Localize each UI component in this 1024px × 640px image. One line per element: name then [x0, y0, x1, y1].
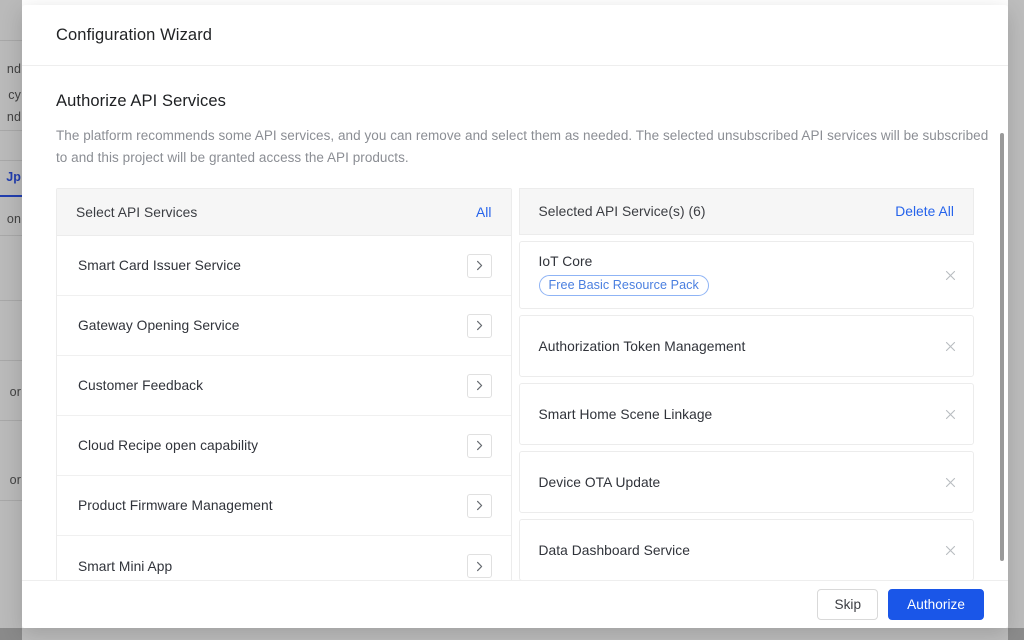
- selected-service-label: Device OTA Update: [538, 474, 661, 490]
- selected-service-card: IoT Core Free Basic Resource Pack: [518, 241, 974, 309]
- authorize-button[interactable]: Authorize: [888, 589, 984, 620]
- backdrop-overlay-right: [1008, 0, 1024, 640]
- skip-button[interactable]: Skip: [817, 589, 879, 620]
- screen: nd cy nd Jp on or or Configuration Wizard Auth…: [0, 0, 1024, 640]
- available-service-label: Cloud Recipe open capability: [78, 438, 259, 453]
- resource-pack-badge: Free Basic Resource Pack: [538, 275, 709, 296]
- dialog-body: Authorize API Services The platform reco…: [22, 66, 1008, 580]
- available-service-row[interactable]: Gateway Opening Service: [57, 296, 511, 356]
- close-icon[interactable]: [941, 541, 959, 559]
- close-icon[interactable]: [941, 337, 959, 355]
- configuration-wizard-dialog: Configuration Wizard Authorize API Servi…: [22, 5, 1008, 628]
- selected-service-content: Data Dashboard Service: [539, 543, 690, 558]
- available-service-row[interactable]: Smart Mini App: [57, 536, 511, 580]
- available-services-list[interactable]: Smart Card Issuer Service Gateway Opening…: [57, 236, 511, 580]
- chevron-right-icon[interactable]: [466, 493, 492, 518]
- selected-service-content: Device OTA Update: [539, 475, 661, 490]
- backdrop-overlay-bottom: [0, 628, 1024, 640]
- close-icon[interactable]: [941, 405, 959, 423]
- available-service-row[interactable]: Customer Feedback: [57, 356, 511, 416]
- available-service-label: Product Firmware Management: [78, 498, 273, 513]
- selected-service-card: Data Dashboard Service: [518, 519, 974, 580]
- selected-service-label: Data Dashboard Service: [538, 542, 690, 558]
- close-icon[interactable]: [941, 473, 959, 491]
- available-service-row[interactable]: Cloud Recipe open capability: [57, 416, 511, 476]
- transfer-panels: Select API Services All Smart Card Issue…: [56, 188, 974, 580]
- dialog-header: Configuration Wizard: [22, 5, 1008, 66]
- dialog-footer: Skip Authorize: [22, 580, 1008, 628]
- selected-service-content: IoT Core Free Basic Resource Pack: [538, 254, 709, 296]
- chevron-right-icon[interactable]: [466, 253, 492, 278]
- available-service-label: Gateway Opening Service: [78, 318, 240, 333]
- chevron-right-icon[interactable]: [466, 554, 492, 578]
- available-service-row[interactable]: Smart Card Issuer Service: [57, 236, 511, 296]
- selected-service-label: Authorization Token Management: [538, 338, 746, 354]
- selected-service-content: Smart Home Scene Linkage: [539, 407, 713, 422]
- selected-services-panel: Selected API Service(s) (6) Delete All I…: [518, 188, 974, 580]
- available-service-label: Customer Feedback: [78, 378, 204, 393]
- selected-service-card: Device OTA Update: [518, 451, 974, 513]
- available-service-label: Smart Card Issuer Service: [78, 258, 242, 273]
- selected-panel-title: Selected API Service(s) (6): [538, 204, 706, 219]
- section-description: The platform recommends some API service…: [56, 128, 989, 165]
- selected-panel-header: Selected API Service(s) (6) Delete All: [518, 188, 974, 235]
- available-services-panel: Select API Services All Smart Card Issue…: [56, 188, 512, 580]
- delete-all-link[interactable]: Delete All: [895, 204, 954, 219]
- selected-service-content: Authorization Token Management: [539, 339, 746, 354]
- chevron-right-icon[interactable]: [466, 373, 492, 398]
- selected-service-label: IoT Core: [538, 254, 593, 269]
- selected-service-label: Smart Home Scene Linkage: [538, 406, 713, 422]
- selected-service-card: Smart Home Scene Linkage: [518, 383, 974, 445]
- select-all-link[interactable]: All: [476, 205, 491, 220]
- dialog-body-scrollbar[interactable]: [1000, 133, 1004, 561]
- chevron-right-icon[interactable]: [466, 313, 492, 338]
- dialog-title: Configuration Wizard: [56, 25, 213, 44]
- selected-services-list[interactable]: IoT Core Free Basic Resource Pack Authoriz…: [518, 235, 974, 580]
- available-service-row[interactable]: Product Firmware Management: [57, 476, 511, 536]
- chevron-right-icon[interactable]: [466, 433, 492, 458]
- available-panel-header: Select API Services All: [57, 189, 511, 236]
- section-heading: Authorize API Services: [56, 92, 227, 110]
- selected-service-card: Authorization Token Management: [518, 315, 974, 377]
- close-icon[interactable]: [941, 266, 959, 284]
- available-panel-title: Select API Services: [76, 204, 198, 220]
- available-service-label: Smart Mini App: [78, 558, 173, 574]
